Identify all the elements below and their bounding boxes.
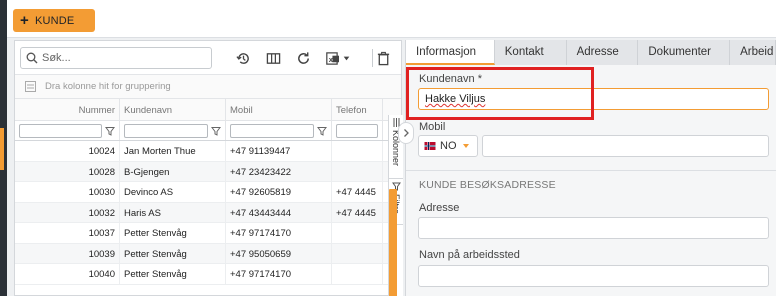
plus-icon: + [20, 12, 29, 29]
new-customer-label: KUNDE [34, 14, 75, 27]
column-header-kundenavn[interactable]: Kundenavn [120, 99, 226, 120]
tab-dokumenter[interactable]: Dokumenter [638, 40, 731, 65]
section-divider [406, 170, 776, 171]
table-cell: +47 97174170 [226, 264, 332, 284]
columns-icon[interactable] [265, 50, 281, 66]
table-row[interactable]: 10032 Haris AS +47 43443444 +47 4445 [15, 202, 401, 223]
filter-input[interactable] [336, 123, 378, 138]
grid-toolbar: Søk... x [15, 41, 401, 75]
table-cell [332, 264, 383, 284]
table-cell: Devinco AS [120, 182, 226, 202]
workplace-label: Navn på arbeidssted [419, 249, 520, 261]
excel-export-icon[interactable]: x [325, 50, 353, 66]
tab-informasjon[interactable]: Informasjon [406, 40, 495, 65]
column-header-nummer[interactable]: Nummer [15, 99, 120, 120]
top-toolbar: + KUNDE [7, 0, 776, 38]
funnel-icon[interactable] [211, 126, 221, 136]
mobile-number-field[interactable] [482, 135, 769, 157]
vertical-scrollbar[interactable] [389, 189, 397, 296]
chevron-right-icon [403, 129, 409, 137]
table-cell: B-Gjengen [120, 161, 226, 181]
table-row[interactable]: 10037 Petter Stenvåg +47 97174170 [15, 223, 401, 244]
table-cell: +47 91139447 [226, 141, 332, 161]
table-cell: +47 4445 [332, 202, 383, 222]
funnel-icon[interactable] [105, 126, 115, 136]
customer-detail-panel: Informasjon Kontakt Adresse Dokumenter A… [405, 40, 776, 296]
group-hint: Dra kolonne hit for gruppering [45, 81, 171, 92]
norway-flag-icon [424, 142, 436, 150]
refresh-icon[interactable] [295, 50, 311, 66]
annotation-highlight-box [406, 67, 594, 120]
search-icon [26, 52, 38, 64]
detail-tabs: Informasjon Kontakt Adresse Dokumenter A… [406, 40, 776, 65]
toolbar-separator [372, 49, 373, 67]
table-cell [332, 141, 383, 161]
table-cell: 10024 [15, 141, 120, 161]
table-cell: +47 4445 [332, 182, 383, 202]
column-header-mobil[interactable]: Mobil [226, 99, 332, 120]
table-cell: Petter Stenvåg [120, 243, 226, 263]
table-cell: 10032 [15, 202, 120, 222]
customer-grid: Søk... x Dra kolonne hit for gruppering … [14, 40, 403, 296]
group-icon [25, 81, 36, 92]
country-code-select[interactable]: NO [418, 135, 478, 157]
mobile-label: Mobil [419, 121, 446, 133]
collapse-panel-button[interactable] [398, 122, 414, 144]
history-icon[interactable] [235, 50, 251, 66]
table-cell: +47 95050659 [226, 243, 332, 263]
table-cell: 10030 [15, 182, 120, 202]
filter-input[interactable] [124, 123, 208, 138]
table-row[interactable]: 10039 Petter Stenvåg +47 95050659 [15, 243, 401, 264]
filter-input[interactable] [230, 123, 314, 138]
tab-adresse[interactable]: Adresse [566, 40, 639, 65]
table-cell: 10028 [15, 161, 120, 181]
table-cell: Petter Stenvåg [120, 264, 226, 284]
table-cell [332, 243, 383, 263]
section-title: KUNDE BESØKSADRESSE [419, 179, 556, 191]
table-cell: 10037 [15, 223, 120, 243]
column-header-telefon[interactable]: Telefon [332, 99, 383, 120]
funnel-icon[interactable] [317, 126, 327, 136]
table-cell: 10039 [15, 243, 120, 263]
sidebar-active-indicator [0, 128, 4, 170]
new-customer-button[interactable]: + KUNDE [13, 9, 95, 32]
chevron-down-icon [462, 144, 469, 148]
search-placeholder: Søk... [42, 52, 71, 64]
table-cell: +47 92605819 [226, 182, 332, 202]
table-cell: +47 97174170 [226, 223, 332, 243]
table-cell: 10040 [15, 264, 120, 284]
table-cell [332, 161, 383, 181]
table-cell [332, 223, 383, 243]
table-row[interactable]: 10024 Jan Morten Thue +47 91139447 [15, 141, 401, 162]
table-cell: +47 23423422 [226, 161, 332, 181]
table-row[interactable]: 10030 Devinco AS +47 92605819 +47 4445 [15, 182, 401, 203]
filter-telefon[interactable] [332, 121, 383, 140]
table-cell: Petter Stenvåg [120, 223, 226, 243]
address-field[interactable] [418, 217, 769, 239]
grid-rows: 10024 Jan Morten Thue +47 91139447 10028 B-G… [15, 141, 401, 285]
table-cell: Jan Morten Thue [120, 141, 226, 161]
search-input[interactable]: Søk... [20, 47, 212, 69]
address-label: Adresse [419, 202, 460, 214]
filter-row [15, 121, 401, 141]
tab-kontakt[interactable]: Kontakt [494, 40, 567, 65]
table-row[interactable]: 10028 B-Gjengen +47 23423422 [15, 161, 401, 182]
filter-input[interactable] [19, 123, 102, 138]
filter-nummer[interactable] [15, 121, 120, 140]
table-cell: Haris AS [120, 202, 226, 222]
app-sidebar [0, 0, 7, 296]
table-cell: +47 43443444 [226, 202, 332, 222]
trash-icon[interactable] [375, 50, 391, 66]
column-headers: Nummer Kundenavn Mobil Telefon [15, 99, 401, 121]
workplace-field[interactable] [418, 265, 769, 287]
filter-mobil[interactable] [226, 121, 332, 140]
filter-kundenavn[interactable] [120, 121, 226, 140]
table-row[interactable]: 10040 Petter Stenvåg +47 97174170 [15, 264, 401, 285]
country-code-value: NO [440, 140, 457, 152]
group-drop-zone[interactable]: Dra kolonne hit for gruppering [15, 75, 401, 99]
tab-arbeid[interactable]: Arbeid [730, 40, 776, 65]
